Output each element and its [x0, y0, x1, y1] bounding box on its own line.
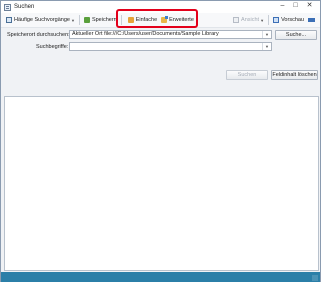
- location-value: Aktueller Ort file:///C:/Users/user/Docu…: [72, 31, 219, 37]
- toolbar-separator: [268, 15, 270, 25]
- chevron-down-icon: ▼: [70, 17, 75, 23]
- search-button[interactable]: Suchen: [226, 70, 268, 80]
- save-button[interactable]: Speichern: [82, 15, 119, 26]
- pin-button[interactable]: [306, 15, 317, 26]
- preview-button[interactable]: Vorschau: [271, 15, 306, 26]
- chevron-down-icon[interactable]: ▼: [262, 43, 271, 50]
- browse-button[interactable]: Suche...: [275, 30, 317, 40]
- search-terms-combobox[interactable]: ▼: [69, 42, 272, 51]
- maximize-button[interactable]: □: [290, 1, 301, 11]
- preview-icon: [273, 17, 280, 23]
- pin-icon: [308, 18, 315, 22]
- toolbar-separator: [78, 15, 80, 25]
- results-pane[interactable]: [4, 96, 319, 271]
- history-icon: [6, 17, 12, 23]
- history-button[interactable]: Häufige Suchvorgänge ▼: [4, 15, 77, 26]
- preview-label: Vorschau: [281, 17, 304, 23]
- view-label: Ansicht: [241, 17, 260, 23]
- location-label: Speicherort durchsuchen:: [7, 32, 70, 38]
- search-window: Suchen – □ ✕ Häufige Suchvorgänge ▼ Spei…: [0, 0, 321, 282]
- view-icon: [233, 17, 240, 23]
- window-title: Suchen: [14, 4, 35, 10]
- history-label: Häufige Suchvorgänge: [14, 17, 70, 23]
- minimize-button[interactable]: –: [277, 1, 288, 11]
- status-bar: [1, 272, 320, 282]
- terms-label: Suchbegriffe:: [36, 44, 69, 50]
- resize-grip-icon[interactable]: [312, 275, 318, 281]
- location-combobox[interactable]: Aktueller Ort file:///C:/Users/user/Docu…: [69, 30, 272, 39]
- search-form: Speicherort durchsuchen: Aktueller Ort f…: [1, 28, 320, 94]
- close-button[interactable]: ✕: [304, 1, 315, 11]
- clear-fields-button[interactable]: Feldinhalt löschen: [271, 70, 318, 80]
- highlight-frame: [116, 9, 198, 28]
- save-icon: [83, 17, 90, 23]
- chevron-down-icon[interactable]: ▼: [262, 31, 271, 38]
- save-label: Speichern: [91, 17, 117, 23]
- view-button[interactable]: Ansicht ▼: [231, 15, 266, 26]
- chevron-down-icon: ▼: [260, 17, 265, 23]
- app-icon: [4, 3, 11, 11]
